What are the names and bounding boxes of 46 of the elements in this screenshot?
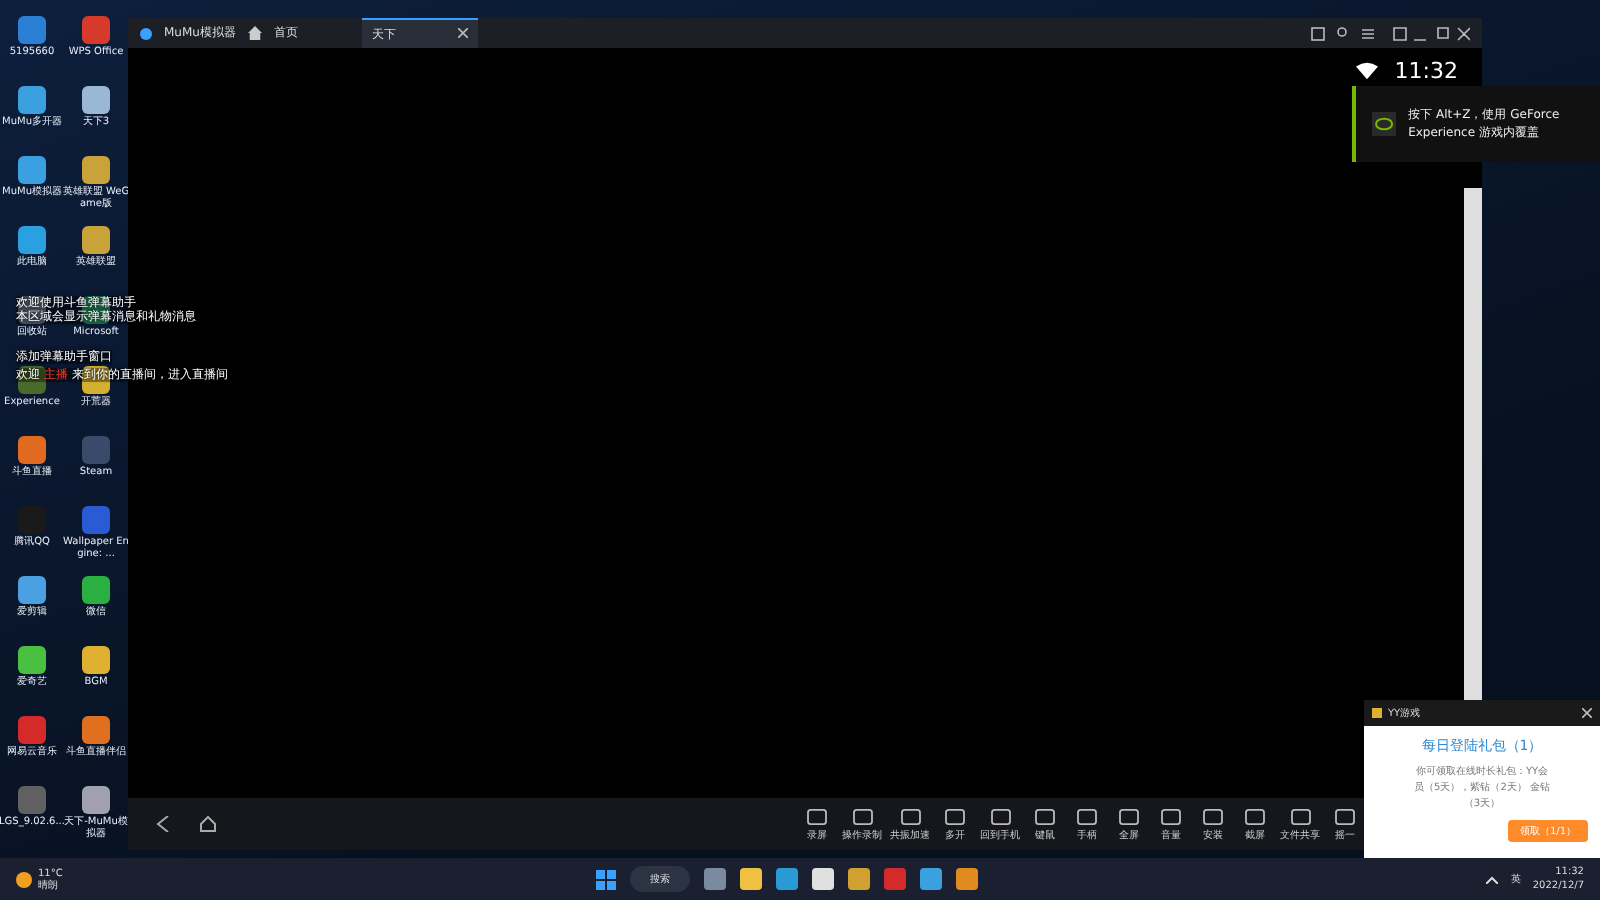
app-logo-icon <box>140 27 152 39</box>
app-icon[interactable] <box>82 646 110 674</box>
wifi-icon <box>1356 62 1379 80</box>
toolbar-icon[interactable] <box>1244 807 1266 825</box>
app-icon[interactable] <box>82 226 110 254</box>
taskbar-app-icon[interactable] <box>884 868 906 890</box>
close-icon[interactable] <box>1582 707 1592 717</box>
taskbar-app-icon[interactable] <box>740 868 762 890</box>
toolbar-icon[interactable] <box>1202 807 1224 825</box>
app-icon[interactable] <box>82 86 110 114</box>
eye-logo-icon <box>1372 106 1397 142</box>
status-time: 11:32 <box>1394 58 1458 84</box>
taskbar-app-icon[interactable] <box>704 868 726 890</box>
app-icon[interactable] <box>82 156 110 184</box>
toolbar-icon[interactable] <box>899 807 921 825</box>
taskbar-app-icon[interactable] <box>848 868 870 890</box>
toolbar-icon[interactable] <box>1118 807 1140 825</box>
toolbar-icon[interactable] <box>1160 807 1182 825</box>
chevron-up-icon[interactable] <box>1486 875 1499 883</box>
window-controls-icon[interactable] <box>1310 25 1470 41</box>
taskbar-app-icon[interactable] <box>956 868 978 890</box>
home-icon[interactable] <box>247 26 262 40</box>
taskbar-app-icon[interactable] <box>812 868 834 890</box>
weather-icon[interactable] <box>16 871 32 887</box>
home-icon[interactable] <box>200 816 216 832</box>
toolbar-icon[interactable] <box>1289 807 1311 825</box>
taskbar-app-icon[interactable] <box>776 868 798 890</box>
app-icon[interactable] <box>82 576 110 604</box>
taskbar-app-icon[interactable] <box>920 868 942 890</box>
back-icon[interactable] <box>156 816 172 832</box>
start-icon[interactable] <box>596 869 616 889</box>
toolbar-icon[interactable] <box>1034 807 1056 825</box>
app-icon[interactable] <box>18 576 46 604</box>
app-icon[interactable] <box>18 86 46 114</box>
toolbar-icon[interactable] <box>851 807 873 825</box>
toolbar-icon[interactable] <box>1076 807 1098 825</box>
toolbar-icon[interactable] <box>1334 807 1356 825</box>
app-icon[interactable] <box>18 226 46 254</box>
app-icon[interactable] <box>82 716 110 744</box>
app-icon[interactable] <box>82 786 110 814</box>
close-icon[interactable] <box>457 27 468 37</box>
toolbar-icon[interactable] <box>944 807 966 825</box>
app-icon[interactable] <box>18 156 46 184</box>
toolbar-icon[interactable] <box>989 807 1011 825</box>
app-icon[interactable] <box>18 646 46 674</box>
toolbar-icon[interactable] <box>806 807 828 825</box>
